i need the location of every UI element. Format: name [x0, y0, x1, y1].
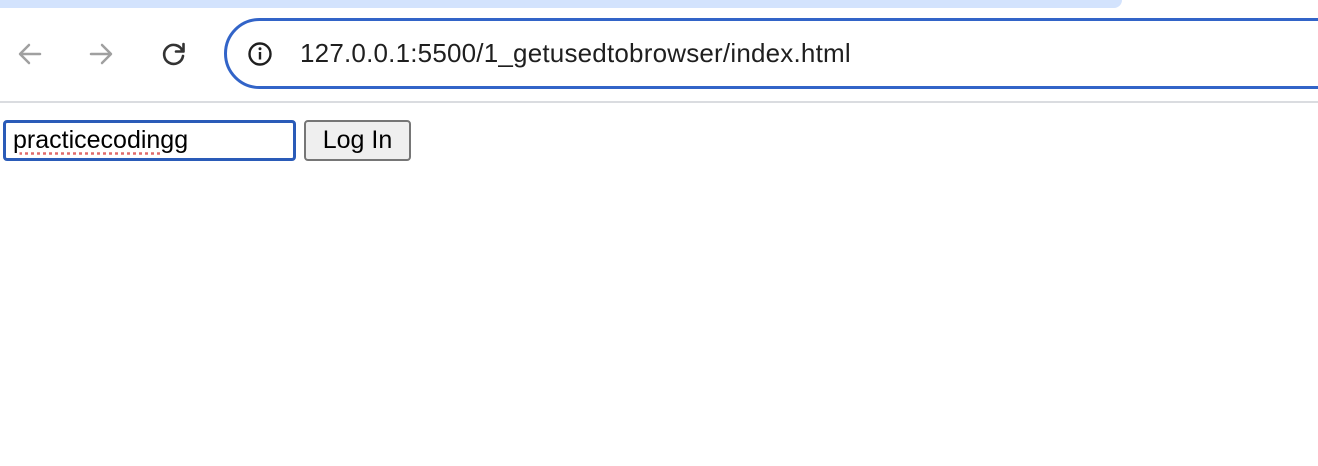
arrow-right-icon: [89, 43, 113, 65]
login-button[interactable]: Log In: [304, 120, 411, 161]
url-text[interactable]: 127.0.0.1:5500/1_getusedtobrowser/index.…: [300, 38, 851, 69]
arrow-left-icon: [18, 43, 42, 65]
back-button[interactable]: [12, 36, 48, 72]
username-input[interactable]: [3, 120, 296, 161]
page-content: Log In: [0, 103, 1318, 466]
address-bar[interactable]: 127.0.0.1:5500/1_getusedtobrowser/index.…: [224, 18, 1318, 89]
info-icon[interactable]: [247, 41, 273, 67]
forward-button[interactable]: [83, 36, 119, 72]
reload-icon: [162, 42, 185, 66]
browser-toolbar: 127.0.0.1:5500/1_getusedtobrowser/index.…: [0, 0, 1318, 101]
reload-button[interactable]: [156, 36, 192, 72]
tab-strip: [0, 0, 1122, 8]
